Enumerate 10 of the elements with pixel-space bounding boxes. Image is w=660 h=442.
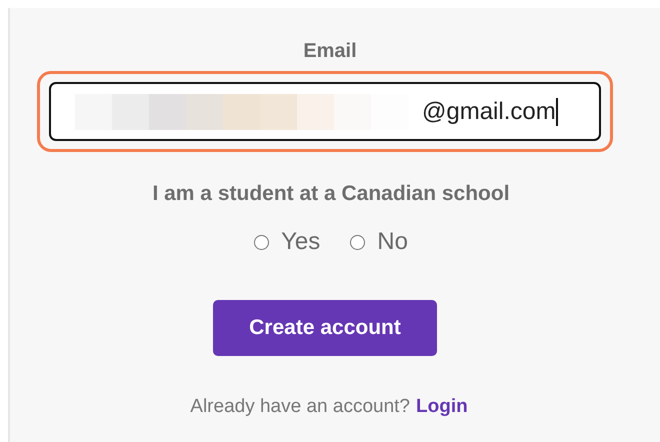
field-label: Email xyxy=(303,40,357,63)
radio-option[interactable]: Yes xyxy=(254,228,320,256)
radio-option[interactable]: No xyxy=(350,228,408,256)
radio-icon[interactable] xyxy=(254,234,270,250)
login-link[interactable]: Login xyxy=(416,396,468,418)
login-prompt: Already have an account? xyxy=(190,396,410,418)
email-field[interactable]: @gmail.com xyxy=(49,82,601,141)
create-account-button[interactable]: Create account xyxy=(213,300,437,356)
question-label: I am a student at a Canadian school xyxy=(152,182,510,206)
radio-icon[interactable] xyxy=(350,234,366,250)
